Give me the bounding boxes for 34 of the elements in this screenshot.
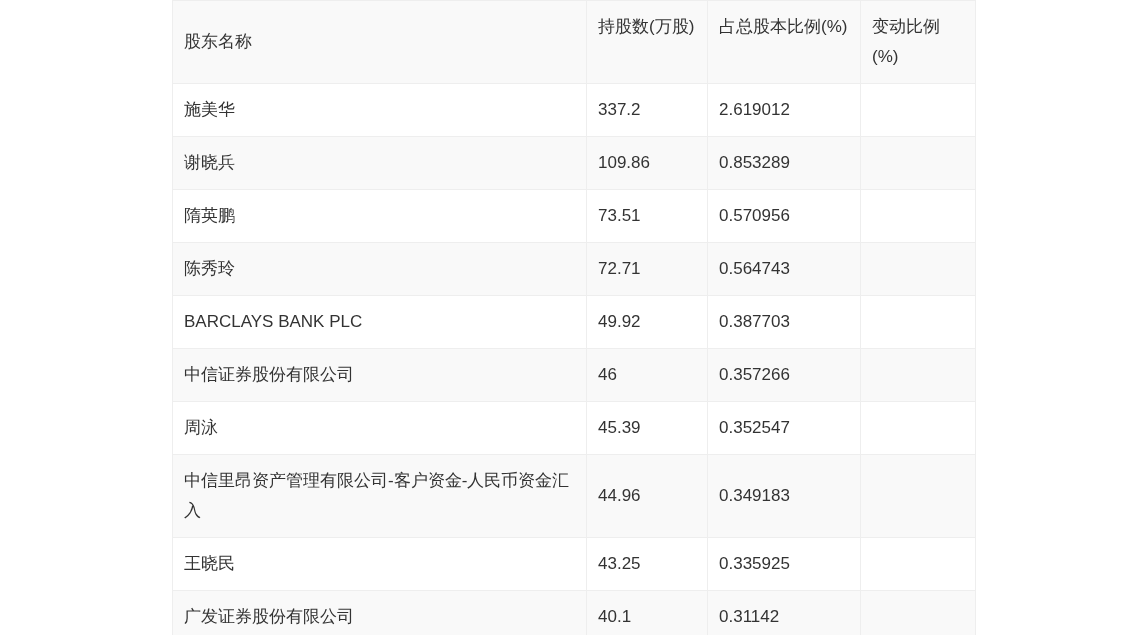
- table-cell: 72.71: [586, 242, 708, 296]
- table-cell: 隋英鹏: [172, 189, 587, 243]
- table-cell: 0.853289: [707, 136, 861, 190]
- table-cell: 0.564743: [707, 242, 861, 296]
- table-cell: 49.92: [586, 295, 708, 349]
- column-header: 变动比例(%): [860, 0, 976, 84]
- table-cell: 0.31142: [707, 590, 861, 635]
- table-cell: 中信里昂资产管理有限公司-客户资金-人民币资金汇入: [172, 454, 587, 538]
- table-cell: 施美华: [172, 83, 587, 137]
- table-cell: 337.2: [586, 83, 708, 137]
- table-cell: 广发证券股份有限公司: [172, 590, 587, 635]
- table-cell: 2.619012: [707, 83, 861, 137]
- table-cell: 45.39: [586, 401, 708, 455]
- table-cell: 109.86: [586, 136, 708, 190]
- column-header: 股东名称: [172, 0, 587, 84]
- table-cell: 44.96: [586, 454, 708, 538]
- table-cell: 43.25: [586, 537, 708, 591]
- table-cell: 40.1: [586, 590, 708, 635]
- table-cell: BARCLAYS BANK PLC: [172, 295, 587, 349]
- table-cell: 陈秀玲: [172, 242, 587, 296]
- table-cell: 73.51: [586, 189, 708, 243]
- table-cell: 周泳: [172, 401, 587, 455]
- table-cell: 王晓民: [172, 537, 587, 591]
- column-header: 持股数(万股): [586, 0, 708, 84]
- table-cell: 0.387703: [707, 295, 861, 349]
- table-cell: 0.349183: [707, 454, 861, 538]
- table-cell: 0.335925: [707, 537, 861, 591]
- column-header: 占总股本比例(%): [707, 0, 861, 84]
- table-cell: 0.357266: [707, 348, 861, 402]
- table-cell: 0.352547: [707, 401, 861, 455]
- table-cell: 46: [586, 348, 708, 402]
- table-cell: 0.570956: [707, 189, 861, 243]
- table-cell: 中信证券股份有限公司: [172, 348, 587, 402]
- table-cell: 谢晓兵: [172, 136, 587, 190]
